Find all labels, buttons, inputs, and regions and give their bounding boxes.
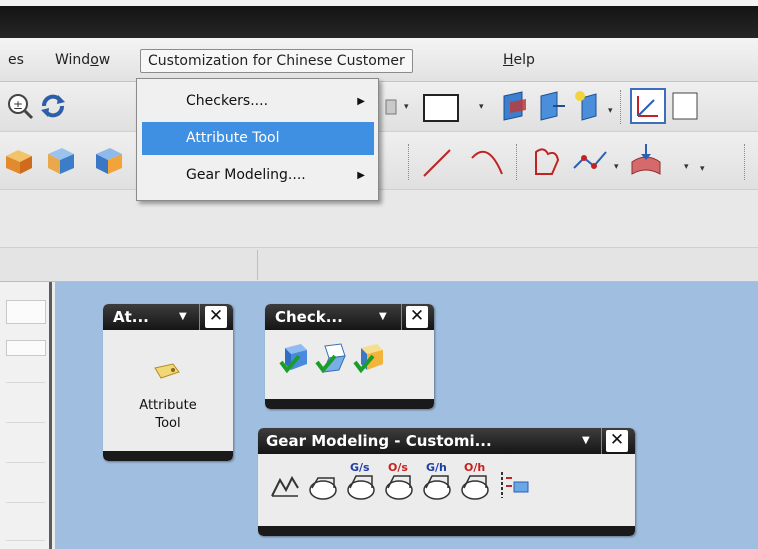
- gear-label-oh: O/h: [464, 461, 485, 474]
- menu-customization[interactable]: Customization for Chinese Customer: [140, 49, 413, 73]
- window-title-bar: [0, 0, 758, 38]
- toolbar-row-1: ± ▾ ▾ ▾: [0, 82, 758, 132]
- submenu-arrow-icon: ▶: [357, 170, 365, 181]
- palette-footer: [103, 451, 233, 461]
- feature-icon[interactable]: [570, 88, 606, 122]
- menu-item-gear-modeling-label: Gear Modeling....: [186, 167, 306, 183]
- partial-icon[interactable]: [380, 94, 402, 120]
- gear-os-icon[interactable]: O/s: [382, 460, 416, 504]
- checkers-palette: Check... ▼ ✕: [265, 304, 434, 409]
- palette-divider: [199, 304, 200, 330]
- palette-title-text: At...: [113, 308, 149, 326]
- gear-label-gh: G/h: [426, 461, 447, 474]
- menu-preferences[interactable]: es: [3, 49, 29, 73]
- dropdown-arrow-icon[interactable]: ▾: [614, 162, 619, 172]
- tab-divider: [257, 250, 258, 280]
- block-icon[interactable]: [4, 146, 34, 176]
- background-color-icon[interactable]: [421, 92, 461, 124]
- cylinder-icon[interactable]: [44, 144, 78, 178]
- gear-gs-icon[interactable]: G/s: [344, 460, 378, 504]
- menu-item-gear-modeling[interactable]: Gear Modeling.... ▶: [142, 159, 374, 192]
- dropdown-arrow-icon[interactable]: ▾: [479, 102, 484, 112]
- palette-title-text: Gear Modeling - Customi...: [266, 432, 492, 450]
- checker-icon-2[interactable]: [315, 342, 349, 374]
- palette-divider: [401, 304, 402, 330]
- gear-modeling-palette: Gear Modeling - Customi... ▼ ✕ G/s O/s G…: [258, 428, 635, 536]
- zoom-icon[interactable]: ±: [6, 92, 34, 120]
- palette-footer: [258, 526, 635, 536]
- gear-display-icon[interactable]: [498, 468, 532, 504]
- close-icon[interactable]: ✕: [205, 306, 227, 328]
- panel-list-header: [6, 340, 46, 356]
- palette-options-icon[interactable]: ▼: [379, 304, 387, 330]
- attribute-tool-label-line2[interactable]: Tool: [103, 415, 233, 432]
- gear-label-gs: G/s: [350, 461, 370, 474]
- gear-create-icon[interactable]: [268, 470, 302, 504]
- menu-item-attribute-tool[interactable]: Attribute Tool: [142, 122, 374, 155]
- dropdown-arrow-icon[interactable]: ▾: [608, 106, 613, 116]
- toolbar-separator: [516, 144, 518, 180]
- gear-oh-icon[interactable]: O/h: [458, 460, 492, 504]
- datum-plane-icon[interactable]: [496, 90, 532, 122]
- menu-window[interactable]: Window: [50, 49, 115, 73]
- cone-icon[interactable]: [92, 144, 124, 178]
- palette-divider: [601, 428, 602, 454]
- point-set-icon[interactable]: [570, 144, 610, 180]
- panel-header: [6, 300, 46, 324]
- gear-label-os: O/s: [388, 461, 408, 474]
- close-icon[interactable]: ✕: [406, 306, 428, 328]
- spline-shape-icon[interactable]: [528, 144, 564, 180]
- panel-row-line: [6, 502, 45, 503]
- menu-help[interactable]: Help: [498, 49, 540, 73]
- dropdown-arrow-icon[interactable]: ▾: [684, 162, 689, 172]
- submenu-arrow-icon: ▶: [357, 96, 365, 107]
- toolbar-separator: [744, 144, 746, 180]
- palette-footer: [265, 399, 434, 409]
- menu-item-checkers[interactable]: Checkers.... ▶: [142, 85, 374, 118]
- gear-gh-icon[interactable]: G/h: [420, 460, 454, 504]
- toolbar-separator: [620, 90, 622, 124]
- menu-bar: es Window Customization for Chinese Cust…: [0, 38, 758, 82]
- palette-options-icon[interactable]: ▼: [582, 428, 590, 454]
- surface-icon[interactable]: [626, 142, 666, 182]
- svg-text:±: ±: [13, 98, 23, 112]
- arc-icon[interactable]: [468, 144, 508, 180]
- wcs-icon[interactable]: [630, 88, 666, 124]
- panel-row-line: [6, 462, 45, 463]
- attribute-tool-palette: At... ▼ ✕ Attribute Tool: [103, 304, 233, 461]
- dropdown-arrow-icon[interactable]: ▾: [700, 164, 705, 174]
- panel-row-line: [6, 382, 45, 383]
- toolbar-separator: [408, 144, 410, 180]
- view-icon[interactable]: [670, 90, 700, 122]
- toolbar-row-2: ▾ ▾ ▾: [0, 132, 758, 190]
- rotate-icon[interactable]: [38, 92, 68, 120]
- face-icon[interactable]: [533, 90, 567, 122]
- palette-title-text: Check...: [275, 308, 343, 326]
- attribute-tool-label-line1[interactable]: Attribute: [103, 397, 233, 414]
- checker-icon-3[interactable]: [353, 342, 387, 374]
- toolbar-area-empty: [0, 190, 758, 248]
- palette-title[interactable]: Gear Modeling - Customi...: [258, 428, 635, 454]
- palette-options-icon[interactable]: ▼: [179, 304, 187, 330]
- panel-row-line: [6, 540, 45, 541]
- menu-item-checkers-label: Checkers....: [186, 93, 269, 109]
- top-edge: [0, 0, 758, 6]
- close-icon[interactable]: ✕: [606, 430, 628, 452]
- menu-item-attribute-tool-label: Attribute Tool: [186, 130, 280, 146]
- line-icon[interactable]: [420, 146, 454, 180]
- panel-row-line: [6, 422, 45, 423]
- dropdown-arrow-icon[interactable]: ▾: [404, 102, 409, 112]
- tab-bar: [0, 248, 758, 282]
- checker-icon-1[interactable]: [279, 342, 311, 374]
- gear-modify-icon[interactable]: [306, 470, 340, 504]
- attribute-tool-icon[interactable]: [153, 360, 183, 382]
- customization-dropdown-menu: Checkers.... ▶ Attribute Tool Gear Model…: [136, 78, 379, 201]
- resource-panel: [0, 282, 52, 549]
